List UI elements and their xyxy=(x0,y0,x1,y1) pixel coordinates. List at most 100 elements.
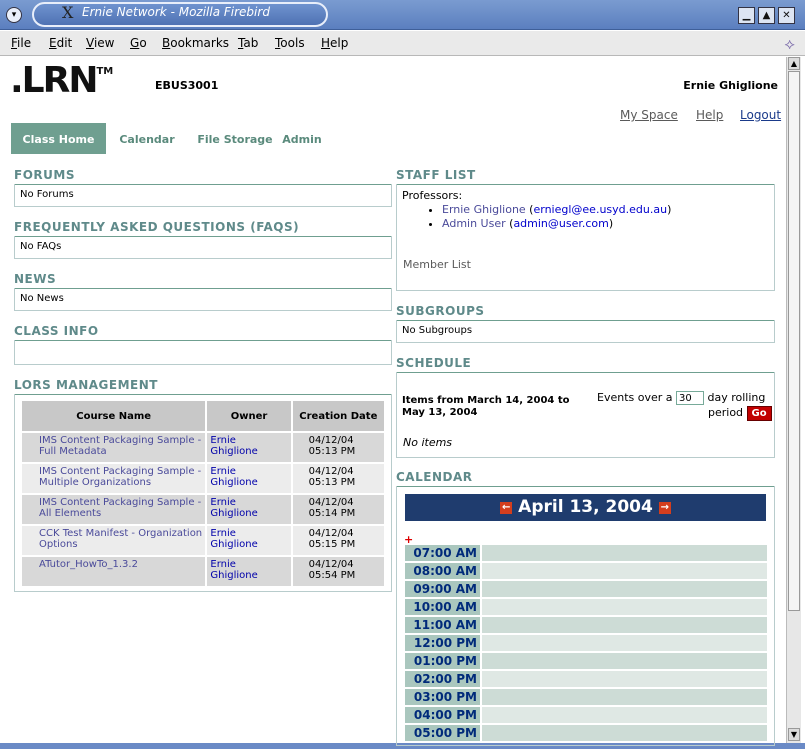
menu-edit[interactable]: Edit xyxy=(49,36,72,50)
course-link[interactable]: IMS Content Packaging Sample - All Eleme… xyxy=(39,497,201,519)
hour-link[interactable]: 08:00 AM xyxy=(413,564,477,578)
window-menu-icon[interactable]: ▾ xyxy=(6,7,22,23)
menu-file[interactable]: File xyxy=(11,36,31,50)
hour-slot[interactable] xyxy=(482,563,767,579)
hour-slot[interactable] xyxy=(482,689,767,705)
creation-date-cell: 04/12/04 05:15 PM xyxy=(292,526,384,555)
go-button[interactable]: Go xyxy=(746,406,772,421)
app-x-icon: X xyxy=(62,3,74,22)
owner-link[interactable]: Ernie Ghiglione xyxy=(210,528,258,550)
faqs-body: No FAQs xyxy=(20,241,62,252)
hour-link[interactable]: 11:00 AM xyxy=(413,618,477,632)
dotlrn-logo: .LRNTM xyxy=(10,60,114,101)
hour-slot[interactable] xyxy=(482,707,767,723)
calendar-hour-row: 01:00 PM xyxy=(405,653,767,669)
calendar-hour-row: 12:00 PM xyxy=(405,635,767,651)
creation-time: 05:13 PM xyxy=(308,446,356,457)
menu-view[interactable]: View xyxy=(86,36,114,50)
course-link[interactable]: IMS Content Packaging Sample - Full Meta… xyxy=(39,435,201,457)
member-list-link[interactable]: Member List xyxy=(403,258,471,271)
hour-slot[interactable] xyxy=(482,671,767,687)
col-creation-date[interactable]: Creation Date xyxy=(292,401,384,431)
hour-cell: 10:00 AM xyxy=(405,599,480,615)
tab-calendar[interactable]: Calendar xyxy=(111,123,183,154)
next-day-arrow-icon[interactable]: → xyxy=(658,502,671,514)
hour-slot[interactable] xyxy=(482,599,767,615)
hour-cell: 08:00 AM xyxy=(405,563,480,579)
days-input[interactable] xyxy=(676,391,705,405)
menu-tools[interactable]: Tools xyxy=(275,36,305,50)
maximize-icon[interactable]: ▲ xyxy=(758,7,775,24)
hour-link[interactable]: 04:00 PM xyxy=(414,708,477,722)
calendar-date: April 13, 2004 xyxy=(518,497,653,517)
course-link[interactable]: ATutor_HowTo_1.3.2 xyxy=(39,559,138,570)
course-link[interactable]: IMS Content Packaging Sample - Multiple … xyxy=(39,466,201,488)
hour-link[interactable]: 03:00 PM xyxy=(414,690,477,704)
faqs-heading: FREQUENTLY ASKED QUESTIONS (FAQS) xyxy=(14,220,392,237)
professor-item: Admin User (admin@user.com) xyxy=(442,217,769,230)
owner-cell: Ernie Ghiglione xyxy=(207,495,291,524)
calendar-hour-row: 04:00 PM xyxy=(405,707,767,723)
hour-slot[interactable] xyxy=(482,581,767,597)
menu-go[interactable]: Go xyxy=(130,36,147,50)
lors-heading: LORS MANAGEMENT xyxy=(14,378,392,395)
owner-link[interactable]: Ernie Ghiglione xyxy=(210,497,258,519)
hour-slot[interactable] xyxy=(482,617,767,633)
menu-bookmarks[interactable]: Bookmarks xyxy=(162,36,229,50)
minimize-icon[interactable]: ▁ xyxy=(738,7,755,24)
no-items: No items xyxy=(403,436,453,449)
vertical-scrollbar[interactable]: ▲ ▼ xyxy=(786,57,801,743)
window-title: Ernie Network - Mozilla Firebird xyxy=(82,5,270,19)
hour-link[interactable]: 01:00 PM xyxy=(414,654,477,668)
hour-slot[interactable] xyxy=(482,725,767,741)
staff-heading: STAFF LIST xyxy=(396,168,775,185)
professor-name-link[interactable]: Ernie Ghiglione xyxy=(442,203,526,216)
hour-link[interactable]: 05:00 PM xyxy=(414,726,477,740)
creation-date: 04/12/04 xyxy=(308,559,354,570)
window-titlebar[interactable]: ▾ X Ernie Network - Mozilla Firebird ▁ ▲… xyxy=(0,0,805,30)
calendar-hour-row: 02:00 PM xyxy=(405,671,767,687)
creation-date: 04/12/04 xyxy=(308,528,354,539)
news-box: No News xyxy=(14,288,392,311)
hour-slot[interactable] xyxy=(482,635,767,651)
close-icon[interactable]: ✕ xyxy=(778,7,795,24)
calendar-heading: CALENDAR xyxy=(396,470,775,487)
my-space-link[interactable]: My Space xyxy=(620,108,678,122)
creation-date: 04/12/04 xyxy=(308,497,354,508)
menu-help[interactable]: Help xyxy=(321,36,348,50)
owner-link[interactable]: Ernie Ghiglione xyxy=(210,435,258,457)
hour-link[interactable]: 02:00 PM xyxy=(414,672,477,686)
hour-link[interactable]: 10:00 AM xyxy=(413,600,477,614)
professor-email-link[interactable]: erniegl@ee.usyd.edu.au xyxy=(533,203,667,216)
col-owner[interactable]: Owner xyxy=(207,401,291,431)
hour-slot[interactable] xyxy=(482,653,767,669)
owner-link[interactable]: Ernie Ghiglione xyxy=(210,559,258,581)
hour-link[interactable]: 09:00 AM xyxy=(413,582,477,596)
scrollbar-thumb[interactable] xyxy=(788,71,800,611)
professor-email-link[interactable]: admin@user.com xyxy=(513,217,608,230)
tab-file-storage[interactable]: File Storage xyxy=(197,123,273,154)
hour-slot[interactable] xyxy=(482,545,767,561)
col-course-name[interactable]: Course Name xyxy=(22,401,206,431)
events-over-label: Events over a xyxy=(597,391,673,404)
creation-time: 05:54 PM xyxy=(308,570,356,581)
help-link[interactable]: Help xyxy=(696,108,723,122)
professor-name-link[interactable]: Admin User xyxy=(442,217,506,230)
subgroups-heading: SUBGROUPS xyxy=(396,304,775,321)
tab-class-home[interactable]: Class Home xyxy=(11,123,106,154)
scroll-down-icon[interactable]: ▼ xyxy=(788,728,800,741)
course-link[interactable]: CCK Test Manifest - Organization Options xyxy=(39,528,202,550)
day-rolling-label: day rolling xyxy=(707,391,766,404)
menu-tab[interactable]: Tab xyxy=(238,36,258,50)
tab-admin[interactable]: Admin xyxy=(281,123,323,154)
hour-link[interactable]: 07:00 AM xyxy=(413,546,477,560)
logout-link[interactable]: Logout xyxy=(740,108,781,122)
tab-bar: Class Home Calendar File Storage Admin xyxy=(11,123,391,154)
period-label: period xyxy=(708,406,744,419)
owner-link[interactable]: Ernie Ghiglione xyxy=(210,466,258,488)
scroll-up-icon[interactable]: ▲ xyxy=(788,57,800,70)
hour-cell: 03:00 PM xyxy=(405,689,480,705)
schedule-heading: SCHEDULE xyxy=(396,356,775,373)
prev-day-arrow-icon[interactable]: ← xyxy=(500,502,513,514)
hour-link[interactable]: 12:00 PM xyxy=(414,636,477,650)
